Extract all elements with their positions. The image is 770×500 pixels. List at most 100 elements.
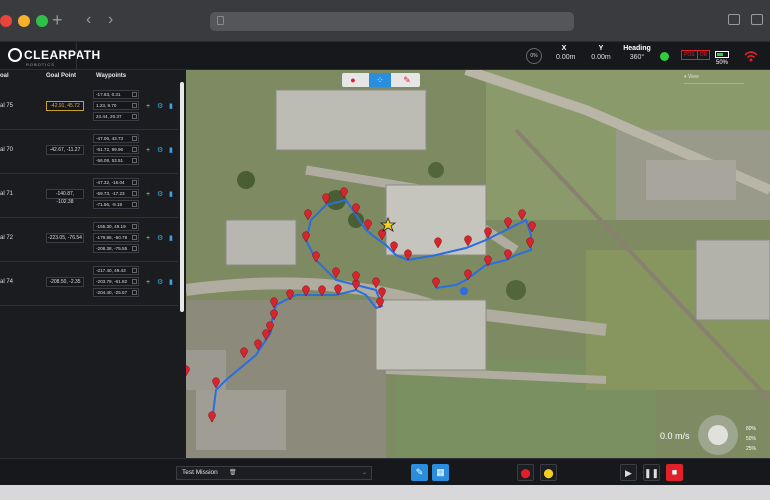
remove-waypoint-icon[interactable] — [132, 136, 137, 141]
view-dropdown[interactable]: ▾ View — [684, 74, 744, 84]
waypoint-field[interactable]: -204.40, -25.67 — [93, 288, 139, 297]
add-waypoint-icon[interactable]: + — [146, 279, 150, 286]
waypoint-value: -59.73, -17.23 — [96, 191, 125, 196]
joystick[interactable] — [698, 415, 738, 455]
joystick-knob[interactable] — [708, 425, 728, 445]
remove-waypoint-icon[interactable] — [132, 103, 137, 108]
remove-waypoint-icon[interactable] — [132, 191, 137, 196]
waypoint-field[interactable]: -59.73, -17.23 — [93, 189, 139, 198]
remove-waypoint-icon[interactable] — [132, 268, 137, 273]
mission-name: Test Mission — [182, 469, 218, 476]
waypoint-field[interactable]: -208.38, -75.55 — [93, 244, 139, 253]
waypoint-value: -47.06, 43.73 — [96, 136, 124, 141]
brand-sub: ROBOTICS — [26, 62, 55, 67]
goal-point-field[interactable]: -208.50, -2.35 — [46, 277, 84, 287]
add-goal-tool-icon[interactable]: ● — [342, 73, 364, 87]
goal-row[interactable]: al 71 -140.87, -102.38 -47.32, -16.04 -59.7… — [0, 174, 178, 218]
add-waypoint-icon[interactable]: + — [146, 191, 150, 198]
remove-waypoint-icon[interactable] — [132, 235, 137, 240]
waypoint-field[interactable]: -51.72, 99.96 — [93, 145, 139, 154]
add-waypoint-icon[interactable]: + — [146, 235, 150, 242]
map-view[interactable]: ● ⁘ ✎ ▾ View 0.0 m/s 80% 50% 25% — [186, 70, 770, 458]
remove-waypoint-icon[interactable] — [132, 180, 137, 185]
gear-icon[interactable]: ⚙ — [157, 102, 163, 110]
waypoint-field[interactable]: -203.79, -61.82 — [93, 277, 139, 286]
remove-waypoint-icon[interactable] — [132, 147, 137, 152]
trash-icon[interactable]: ▮ — [169, 190, 173, 198]
speed-readout: 0.0 m/s — [660, 431, 690, 441]
waypoint-field[interactable]: 1.23, 9.70 — [93, 101, 139, 110]
address-bar[interactable] — [210, 12, 574, 31]
edit-path-tool-icon[interactable]: ✎ — [396, 73, 418, 87]
goal-row[interactable]: al 75 -42.91, 45.72 -17.63, 0.31 1.23, 9.70… — [0, 86, 178, 130]
map-tool-bar: ● ⁘ ✎ — [342, 73, 420, 87]
waypoint-field[interactable]: -71.56, -9.19 — [93, 200, 139, 209]
wifi-icon — [744, 51, 758, 62]
waypoint-field[interactable]: -217.40, 49.43 — [93, 266, 139, 275]
mission-select[interactable]: Test Mission 🗑 ⌄ — [176, 466, 372, 480]
forward-arrow-icon[interactable]: › — [108, 11, 113, 29]
waypoint-field[interactable]: -56.08, 53.51 — [93, 156, 139, 165]
lock-icon — [217, 16, 224, 25]
brand-name: CLEARPATH — [24, 48, 101, 62]
remove-waypoint-icon[interactable] — [132, 279, 137, 284]
remove-waypoint-icon[interactable] — [132, 158, 137, 163]
add-waypoint-icon[interactable]: + — [146, 147, 150, 154]
gear-icon[interactable]: ⚙ — [157, 190, 163, 198]
mission-trash-icon[interactable]: 🗑 — [229, 467, 237, 479]
gear-icon[interactable]: ⚙ — [157, 278, 163, 286]
trash-icon[interactable]: ▮ — [169, 102, 173, 110]
waypoint-field[interactable]: -17.63, 0.31 — [93, 90, 139, 99]
remove-waypoint-icon[interactable] — [132, 92, 137, 97]
heading-readout: Heading 360° — [622, 45, 652, 61]
waypoint-field[interactable]: -47.32, -16.04 — [93, 178, 139, 187]
goal-point-field[interactable]: -42.67, -11.27 — [46, 145, 84, 155]
minimize-window-button[interactable] — [18, 15, 30, 27]
waypoint-field[interactable]: -47.06, 43.73 — [93, 134, 139, 143]
remove-waypoint-icon[interactable] — [132, 290, 137, 295]
play-button[interactable]: ▶ — [620, 464, 637, 481]
col-goal-point: Goal Point — [46, 73, 76, 79]
estop-indicator-2: DR — [697, 50, 711, 60]
heading-label: Heading — [623, 45, 651, 52]
app-header: CLEARPATH ROBOTICS 0% X 0.00m Y 0.00m He… — [0, 42, 770, 70]
goal-point-field[interactable]: -223.05, -76.54 — [46, 233, 84, 243]
gear-icon[interactable]: ⚙ — [157, 234, 163, 242]
waypoint-value: -208.38, -75.55 — [96, 246, 128, 251]
goal-row[interactable]: al 74 -208.50, -2.35 -217.40, 49.43 -203.79… — [0, 262, 178, 306]
new-tab-icon[interactable]: + — [52, 10, 63, 31]
trash-icon[interactable]: ▮ — [169, 234, 173, 242]
remove-waypoint-icon[interactable] — [132, 114, 137, 119]
goals-panel: oal Goal Point Waypoints al 75 -42.91, 45… — [0, 70, 186, 458]
add-goal-button[interactable]: ⬤ — [517, 464, 534, 481]
close-window-button[interactable] — [0, 15, 12, 27]
edit-mission-button[interactable]: ✎ — [411, 464, 428, 481]
waypoint-list: -17.63, 0.31 1.23, 9.70 24.44, 20.37 — [93, 90, 139, 123]
goal-row[interactable]: al 70 -42.67, -11.27 -47.06, 43.73 -51.72, … — [0, 130, 178, 174]
maximize-window-button[interactable] — [36, 15, 48, 27]
table-view-button[interactable]: ▦ — [432, 464, 449, 481]
trash-icon[interactable]: ▮ — [169, 146, 173, 154]
gear-icon[interactable]: ⚙ — [157, 146, 163, 154]
add-waypoint-button[interactable]: ⬤ — [540, 464, 557, 481]
waypoint-field[interactable]: -155.30, 49.19 — [93, 222, 139, 231]
goal-point-field[interactable]: -42.91, 45.72 — [46, 101, 84, 111]
col-goal: oal — [0, 73, 9, 79]
reader-view-icon[interactable] — [728, 14, 740, 25]
pause-button[interactable]: ❚❚ — [643, 464, 660, 481]
back-arrow-icon[interactable]: ‹ — [86, 11, 91, 29]
goal-point-field[interactable]: -140.87, -102.38 — [46, 189, 84, 205]
waypoint-value: 1.23, 9.70 — [96, 103, 117, 108]
trash-icon[interactable]: ▮ — [169, 278, 173, 286]
panel-scrollbar[interactable] — [180, 82, 184, 312]
remove-waypoint-icon[interactable] — [132, 202, 137, 207]
stop-button[interactable]: ■ — [666, 464, 683, 481]
waypoint-field[interactable]: 24.44, 20.37 — [93, 112, 139, 121]
waypoint-field[interactable]: -179.86, -60.78 — [93, 233, 139, 242]
add-waypoint-icon[interactable]: + — [146, 103, 150, 110]
goal-row[interactable]: al 72 -223.05, -76.54 -155.30, 49.19 -179.8… — [0, 218, 178, 262]
add-path-tool-icon[interactable]: ⁘ — [369, 73, 391, 87]
remove-waypoint-icon[interactable] — [132, 246, 137, 251]
tabs-overview-icon[interactable] — [751, 14, 763, 25]
remove-waypoint-icon[interactable] — [132, 224, 137, 229]
